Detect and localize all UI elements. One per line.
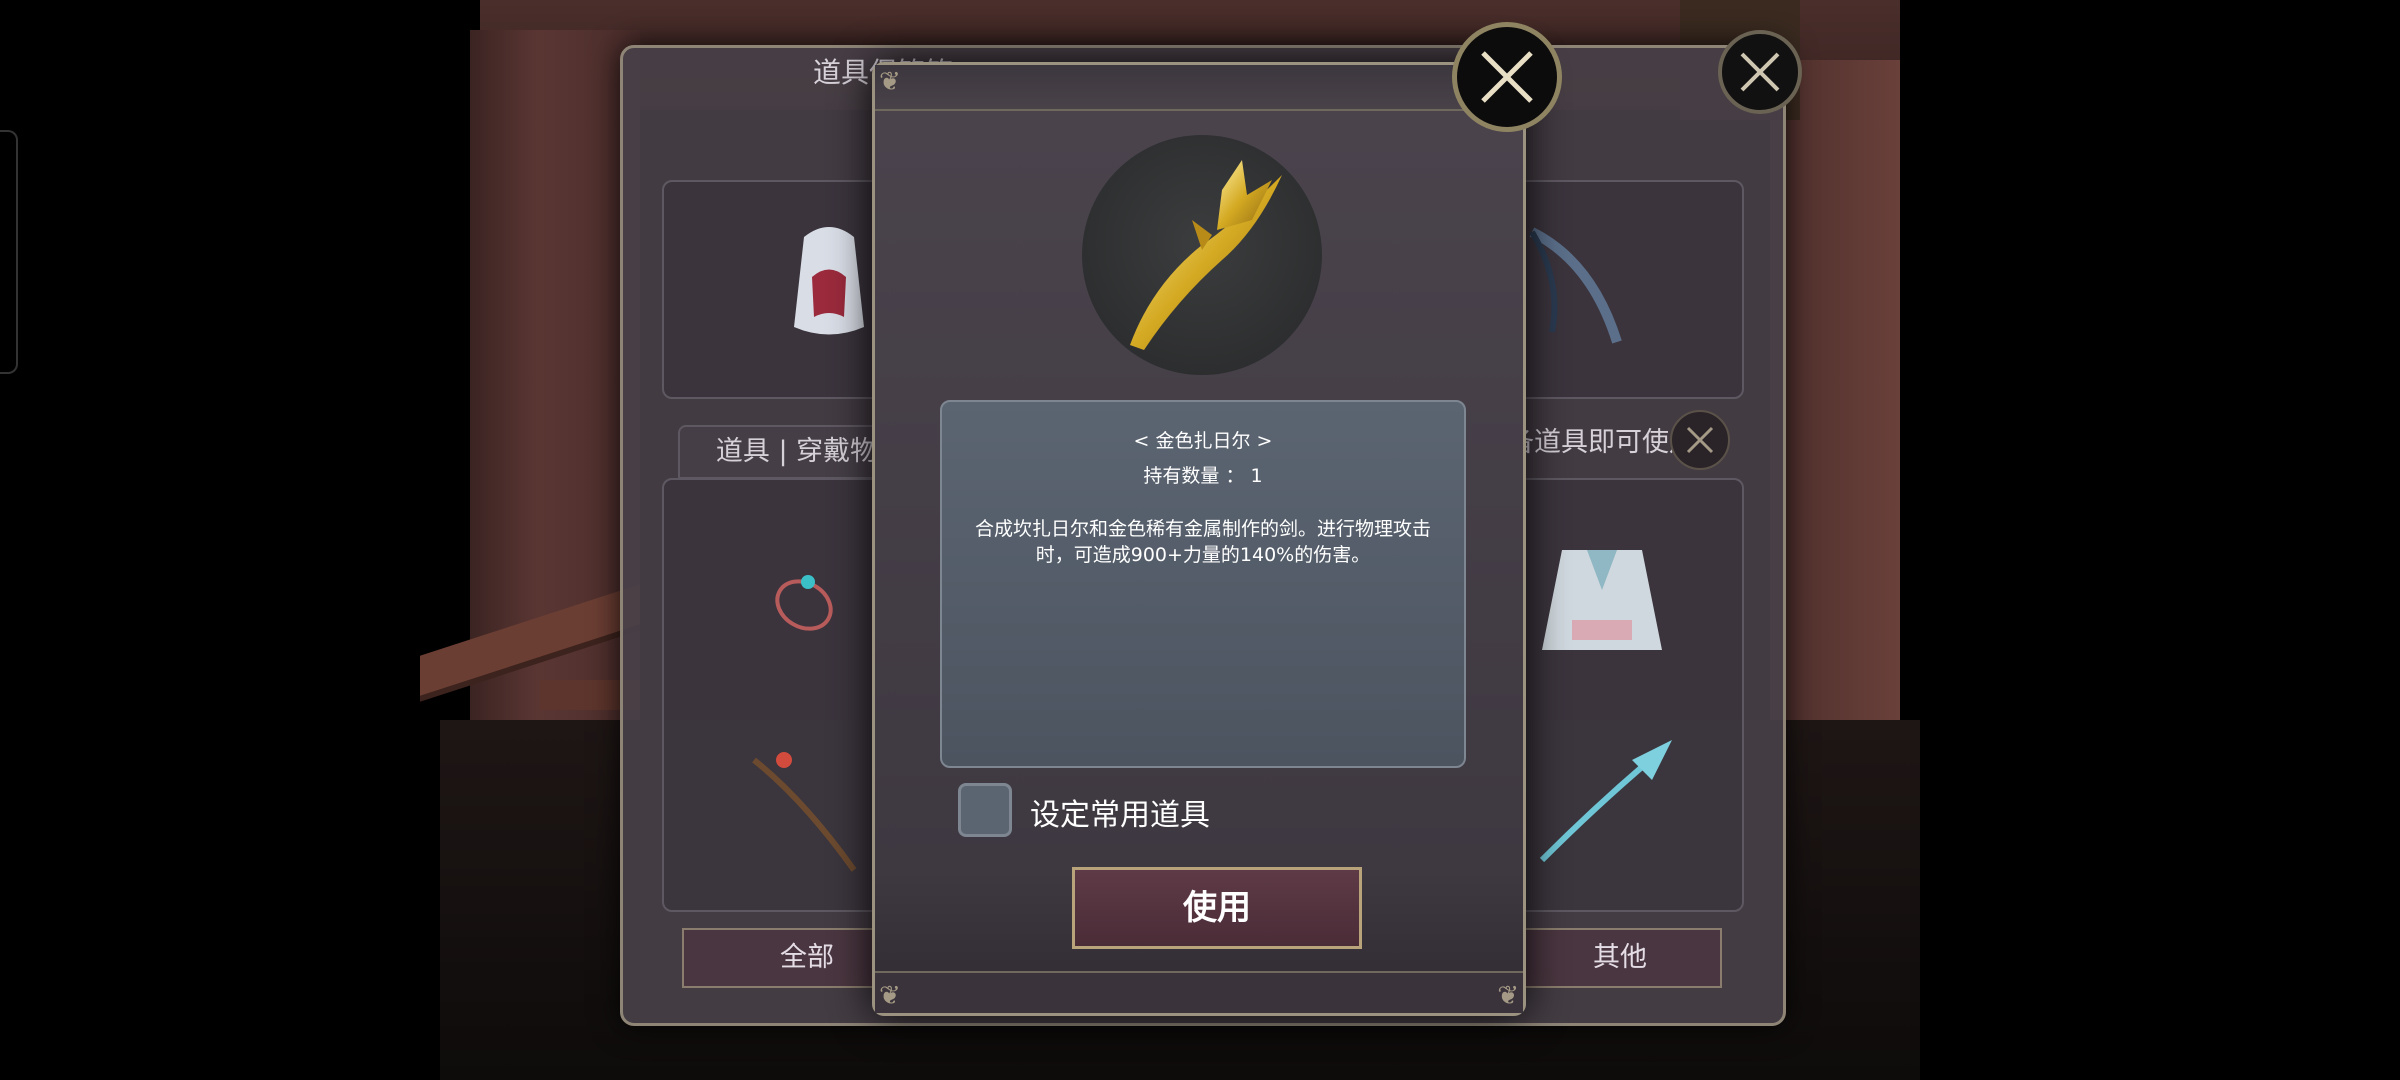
favorite-item-label: 设定常用道具	[1030, 798, 1210, 833]
scythe-item-icon	[1529, 227, 1622, 344]
dialog-footer	[875, 971, 1523, 1013]
golden-sword-icon	[1130, 160, 1282, 350]
item-slot[interactable]	[1500, 478, 1744, 912]
close-x-icon	[1481, 51, 1533, 103]
favorite-item-checkbox[interactable]	[958, 783, 1012, 837]
ring-item-icon	[775, 575, 833, 631]
close-button[interactable]	[1452, 22, 1562, 132]
item-slot[interactable]	[1500, 180, 1744, 399]
ice-blade-item-icon	[1539, 740, 1672, 863]
close-icon[interactable]	[1670, 410, 1730, 470]
corner-ornament-icon: ❦	[879, 981, 901, 1011]
corner-ornament-icon: ❦	[1497, 981, 1519, 1011]
close-x-icon	[1740, 52, 1780, 92]
back-close-button[interactable]	[1718, 30, 1802, 114]
item-description-box: < 金色扎日尔 > 持有数量 ： 1 合成坎扎日尔和金色稀有金属制作的剑。进行物…	[940, 400, 1466, 768]
use-button[interactable]: 使用	[1072, 867, 1362, 949]
item-icon-frame	[1082, 135, 1322, 375]
tab-other[interactable]: 其他	[1518, 928, 1722, 988]
side-handle[interactable]	[0, 130, 18, 374]
coat-item-icon	[1542, 550, 1662, 650]
dialog-header	[875, 65, 1523, 111]
corner-ornament-icon: ❦	[879, 67, 901, 97]
item-description: 合成坎扎日尔和金色稀有金属制作的剑。进行物理攻击时，可造成900+力量的140%…	[974, 518, 1431, 566]
item-quantity: 持有数量 ： 1	[1143, 465, 1263, 487]
hood-item-icon	[794, 227, 864, 335]
item-name: < 金色扎日尔 >	[1133, 430, 1273, 452]
close-x-icon	[1686, 426, 1714, 454]
staff-item-icon	[752, 752, 857, 872]
